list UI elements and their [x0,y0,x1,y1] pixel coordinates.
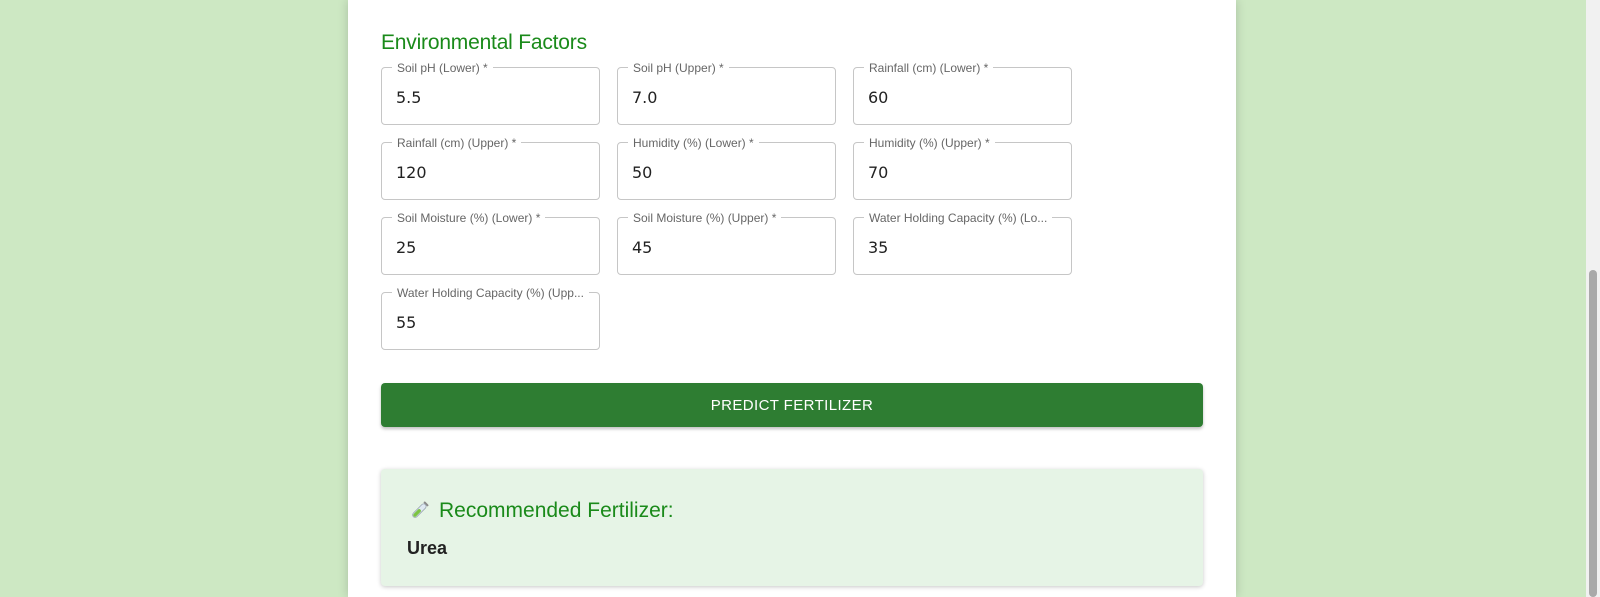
field-label: Soil Moisture (%) (Lower) * [392,210,546,226]
water-holding-capacity-upper-field[interactable]: Water Holding Capacity (%) (Upp... 55 [381,285,600,350]
test-tube-icon [412,501,429,518]
field-label: Rainfall (cm) (Upper) * [392,135,522,151]
result-title: Recommended Fertilizer: [439,499,674,522]
field-label: Soil pH (Upper) * [628,60,729,76]
humidity-upper-field[interactable]: Humidity (%) (Upper) * 70 [853,135,1072,200]
field-label: Water Holding Capacity (%) (Upp... [392,285,589,301]
field-label: Water Holding Capacity (%) (Lo... [864,210,1053,226]
form-card: Environmental Factors Soil pH (Lower) * … [348,0,1236,597]
scrollbar[interactable] [1586,0,1600,597]
result-panel: Recommended Fertilizer: Urea [381,469,1203,586]
field-value: 120 [396,163,427,182]
scrollbar-thumb[interactable] [1589,270,1597,597]
field-value: 25 [396,238,417,257]
result-header: Recommended Fertilizer: [407,499,674,523]
field-label: Humidity (%) (Lower) * [628,135,759,151]
field-value: 45 [632,238,653,257]
field-label: Soil Moisture (%) (Upper) * [628,210,782,226]
predict-fertilizer-button[interactable]: PREDICT FERTILIZER [381,383,1203,427]
section-title: Environmental Factors [381,31,587,54]
field-value: 5.5 [396,88,422,107]
field-value: 70 [868,163,889,182]
field-value: 55 [396,313,417,332]
field-label: Rainfall (cm) (Lower) * [864,60,994,76]
water-holding-capacity-lower-field[interactable]: Water Holding Capacity (%) (Lo... 35 [853,210,1072,275]
field-value: 50 [632,163,653,182]
field-label: Humidity (%) (Upper) * [864,135,995,151]
humidity-lower-field[interactable]: Humidity (%) (Lower) * 50 [617,135,836,200]
field-value: 60 [868,88,889,107]
field-value: 35 [868,238,889,257]
soil-moisture-upper-field[interactable]: Soil Moisture (%) (Upper) * 45 [617,210,836,275]
recommended-fertilizer-value: Urea [407,538,448,558]
field-label: Soil pH (Lower) * [392,60,493,76]
field-value: 7.0 [632,88,658,107]
soil-ph-lower-field[interactable]: Soil pH (Lower) * 5.5 [381,60,600,125]
soil-moisture-lower-field[interactable]: Soil Moisture (%) (Lower) * 25 [381,210,600,275]
rainfall-upper-field[interactable]: Rainfall (cm) (Upper) * 120 [381,135,600,200]
rainfall-lower-field[interactable]: Rainfall (cm) (Lower) * 60 [853,60,1072,125]
soil-ph-upper-field[interactable]: Soil pH (Upper) * 7.0 [617,60,836,125]
